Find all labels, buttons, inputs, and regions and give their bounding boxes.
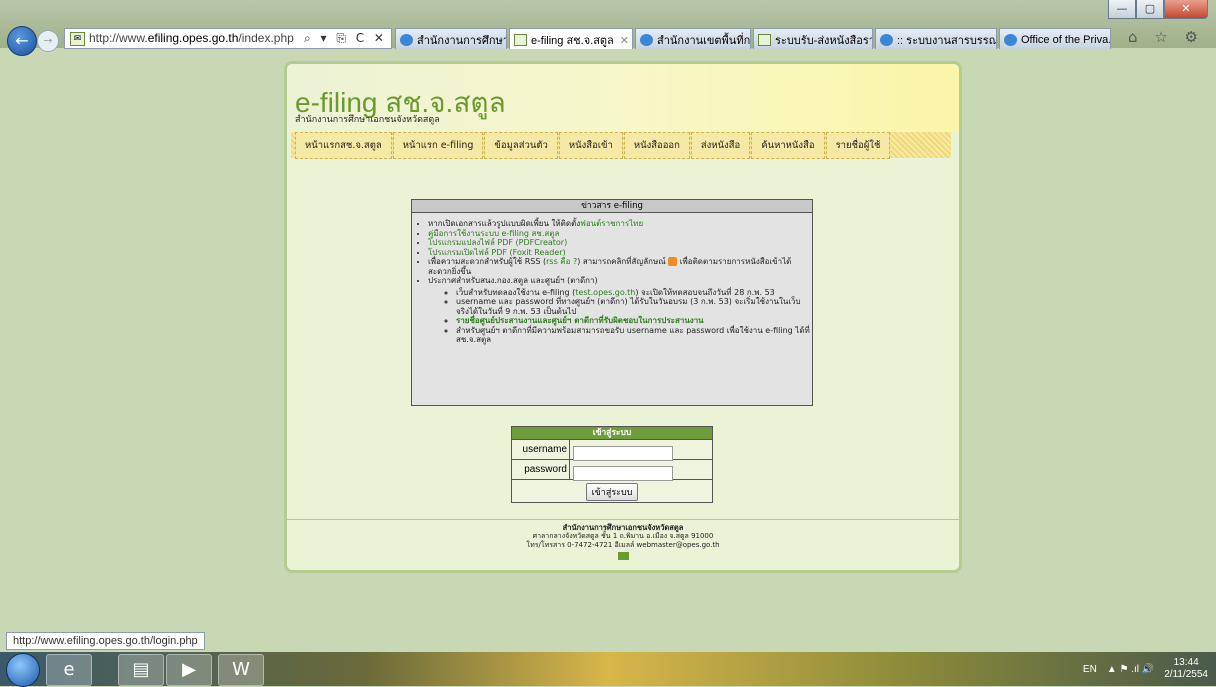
list-item: เพื่อความสะดวกสำหรับผู้ใช้ RSS (rss คือ …: [428, 257, 812, 276]
thai-font-link[interactable]: ฟอนต์ราชการไทย: [580, 219, 643, 228]
list-item: username และ password ที่ทางศูนย์ฯ (ตาดี…: [456, 297, 812, 316]
tab-close-icon[interactable]: ✕: [620, 34, 629, 47]
clock-date: 2/11/2554: [1164, 669, 1208, 680]
login-heading: เข้าสู่ระบบ: [512, 427, 712, 439]
address-bar[interactable]: ✉ http://www.efiling.opes.go.th/index.ph…: [64, 28, 392, 49]
clock-time: 13:44: [1173, 657, 1199, 668]
ie-icon[interactable]: e: [46, 654, 92, 686]
mail-icon: [514, 34, 527, 46]
window-controls: — ▢ ✕: [1108, 0, 1208, 19]
password-input[interactable]: [573, 466, 673, 481]
ie-icon: [400, 34, 413, 46]
back-button[interactable]: ←: [7, 26, 37, 56]
list-item: คู่มือการใช้งานระบบ e-filing สช.สตูล: [428, 229, 812, 239]
news-sublist: เว็บสำหรับทดลองใช้งาน e-filing (test.ope…: [428, 288, 812, 345]
logo-icon: [617, 552, 629, 560]
manual-link[interactable]: คู่มือการใช้งานระบบ e-filing สช.สตูล: [428, 229, 559, 238]
tab[interactable]: สำนักงานเขตพื้นที่กา...: [635, 28, 751, 49]
site-subtitle: สำนักงานการศึกษาเอกชนจังหวัดสตูล: [295, 115, 440, 125]
main-menu: หน้าแรกสช.จ.สตูล หน้าแรก e-filing ข้อมูลส่…: [291, 131, 951, 159]
menu-item[interactable]: ค้นหาหนังสือ: [751, 131, 825, 159]
list-item: สำหรับศูนย์ฯ ตาดีกาที่มีความพร้อมสามารถข…: [456, 326, 812, 345]
start-button[interactable]: [6, 653, 40, 687]
taskbar: e ▤ ▶ W EN ▲ ⚑ .ıl 🔊 13:44 2/11/2554: [0, 652, 1216, 687]
ie-icon: [1004, 34, 1017, 46]
menu-item[interactable]: ข้อมูลส่วนตัว: [484, 131, 558, 159]
coordinator-list-link[interactable]: รายชื่อศูนย์ประสานงานและศูนย์ฯ ตาดีกาที่…: [456, 316, 704, 325]
pdfcreator-link[interactable]: โปรแกรมแปลงไฟล์ PDF (PDFCreator): [428, 238, 567, 247]
address-controls[interactable]: ⌕ ▾ ⎘ C ✕: [304, 31, 387, 46]
rss-info-link[interactable]: rss คือ ?: [546, 257, 577, 266]
test-site-link[interactable]: test.opes.go.th: [575, 288, 635, 297]
list-item: โปรแกรมเปิดไฟล์ PDF (Foxit Reader): [428, 248, 812, 258]
site-footer: สำนักงานการศึกษาเอกชนจังหวัดสตูล ศาลากลา…: [287, 523, 959, 563]
close-button[interactable]: ✕: [1164, 0, 1208, 19]
ie-icon: [880, 34, 893, 46]
footer-contact: โทร/โทรสาร 0-7472-4721 อีเมลล์ webmaster…: [526, 541, 720, 549]
explorer-icon[interactable]: ▤: [118, 654, 164, 686]
username-input[interactable]: [573, 446, 673, 461]
footer-org-name: สำนักงานการศึกษาเอกชนจังหวัดสตูล: [562, 523, 684, 532]
tab[interactable]: :: ระบบงานสารบรรณ...: [875, 28, 997, 49]
clock[interactable]: 13:44 2/11/2554: [1164, 657, 1208, 681]
footer-divider: [287, 519, 959, 520]
menu-item[interactable]: หน้าแรกสช.จ.สตูล: [295, 131, 392, 159]
tab-label: สำนักงานเขตพื้นที่กา...: [657, 35, 751, 47]
media-player-icon[interactable]: ▶: [166, 654, 212, 686]
menu-item[interactable]: หนังสือเข้า: [558, 131, 623, 159]
tab-strip: สำนักงานการศึกษาร... e-filing สช.จ.สตูล ✕ ส…: [395, 28, 1113, 49]
list-item: เว็บสำหรับทดลองใช้งาน e-filing (test.ope…: [456, 288, 812, 298]
language-indicator[interactable]: EN: [1083, 664, 1097, 675]
foxit-link[interactable]: โปรแกรมเปิดไฟล์ PDF (Foxit Reader): [428, 248, 566, 257]
tab[interactable]: e-filing สช.จ.สตูล ✕: [509, 28, 633, 49]
menu-item[interactable]: รายชื่อผู้ใช้: [825, 131, 891, 159]
news-heading: ข่าวสาร e-filing: [412, 200, 812, 213]
page-container: e-filing สช.จ.สตูล สำนักงานการศึกษาเอกชน…: [284, 61, 962, 573]
tab-label: :: ระบบงานสารบรรณ...: [897, 35, 997, 47]
username-label: username: [512, 440, 570, 459]
menu-item[interactable]: หน้าแรก e-filing: [392, 131, 484, 159]
news-list: หากเปิดเอกสารแล้วรูปแบบผิดเพี้ยน ให้ติดต…: [412, 219, 812, 345]
menu-item[interactable]: หนังสือออก: [623, 131, 690, 159]
footer-address: ศาลากลางจังหวัดสตูล ชั้น 1 ถ.พิมาน อ.เมื…: [532, 532, 714, 540]
tab[interactable]: สำนักงานการศึกษาร...: [395, 28, 507, 49]
menu-item[interactable]: ส่งหนังสือ: [690, 131, 751, 159]
list-item: รายชื่อศูนย์ประสานงานและศูนย์ฯ ตาดีกาที่…: [456, 316, 812, 326]
login-box: เข้าสู่ระบบ username password เข้าสู่ระบ…: [511, 426, 713, 503]
password-label: password: [512, 460, 570, 479]
tab-label: e-filing สช.จ.สตูล: [531, 35, 614, 47]
tab[interactable]: ระบบรับ-ส่งหนังสือรา...: [753, 28, 873, 49]
toolbar-icons[interactable]: ⌂ ☆ ⚙: [1128, 28, 1204, 46]
address-url[interactable]: http://www.efiling.opes.go.th/index.php: [89, 31, 294, 45]
tab-label: Office of the Priva...: [1021, 34, 1111, 46]
forward-button[interactable]: →: [37, 30, 59, 52]
mail-icon: [758, 34, 771, 46]
rss-icon[interactable]: [668, 257, 678, 266]
tab-label: ระบบรับ-ส่งหนังสือรา...: [775, 35, 872, 47]
word-icon[interactable]: W: [218, 654, 264, 686]
system-tray: EN ▲ ⚑ .ıl 🔊 13:44 2/11/2554: [1083, 652, 1208, 686]
news-box: ข่าวสาร e-filing หากเปิดเอกสารแล้วรูปแบบ…: [411, 199, 813, 406]
ie-icon: [640, 34, 653, 46]
username-row: username: [512, 439, 712, 461]
status-bar-url: http://www.efiling.opes.go.th/login.php: [6, 632, 205, 650]
browser-frame: — ▢ ✕ ← → ✉ http://www.efiling.opes.go.t…: [0, 0, 1216, 56]
mail-icon: ✉: [70, 32, 85, 46]
password-row: password: [512, 459, 712, 481]
maximize-button[interactable]: ▢: [1136, 0, 1164, 19]
list-item: หากเปิดเอกสารแล้วรูปแบบผิดเพี้ยน ให้ติดต…: [428, 219, 812, 229]
login-button-row: เข้าสู่ระบบ: [512, 479, 712, 502]
site-header: e-filing สช.จ.สตูล สำนักงานการศึกษาเอกชน…: [287, 64, 959, 132]
login-button[interactable]: เข้าสู่ระบบ: [585, 483, 639, 501]
tab[interactable]: Office of the Priva...: [999, 28, 1111, 49]
tray-icons[interactable]: ▲ ⚑ .ıl 🔊: [1107, 664, 1154, 675]
tab-label: สำนักงานการศึกษาร...: [417, 35, 506, 47]
minimize-button[interactable]: —: [1108, 0, 1136, 19]
list-item: ประกาศสำหรับสนง.กอง.สตูล และศูนย์ฯ (ตาดี…: [428, 276, 812, 345]
list-item: โปรแกรมแปลงไฟล์ PDF (PDFCreator): [428, 238, 812, 248]
